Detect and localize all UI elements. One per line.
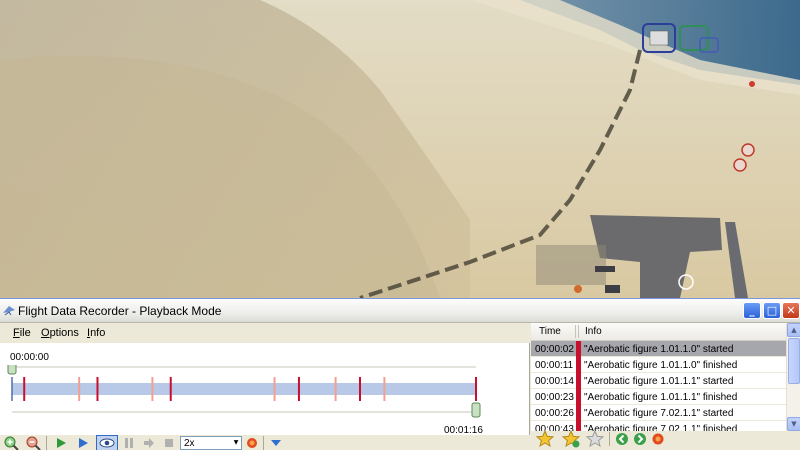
scroll-up-icon[interactable]: ▲	[787, 323, 800, 337]
record-icon[interactable]	[243, 435, 261, 450]
flight-scene-view	[0, 0, 800, 298]
minimize-button[interactable]: _	[743, 302, 761, 319]
end-handle[interactable]	[471, 402, 481, 418]
playback-toolbar: 2x ▼	[0, 435, 530, 450]
event-time: 00:00:23	[535, 392, 574, 403]
menu-info-label: nfo	[90, 327, 106, 339]
menu-file-label: ile	[19, 327, 31, 339]
maximize-button[interactable]: □	[763, 302, 781, 319]
step-forward-icon[interactable]	[140, 435, 158, 450]
timeline-track	[12, 383, 476, 395]
list-item[interactable]: 00:00:14 "Aerobatic figure 1.01.1.1" star…	[531, 373, 786, 389]
event-marker	[576, 357, 581, 373]
timeline-start-time: 00:00:00	[10, 352, 49, 363]
forward-green-icon[interactable]	[631, 431, 649, 447]
event-list[interactable]: 00:00:02 "Aerobatic figure 1.01.1.0" star…	[531, 341, 786, 431]
dropdown-arrow-icon[interactable]	[267, 435, 285, 450]
menu-bar: File Options Info	[0, 323, 530, 343]
menu-options[interactable]: Options	[41, 327, 79, 339]
record-red-icon[interactable]	[649, 431, 667, 447]
event-info: "Aerobatic figure 1.01.1.0" started	[584, 344, 734, 355]
menu-options-label: ptions	[49, 327, 79, 339]
scroll-thumb[interactable]	[788, 338, 800, 384]
list-item[interactable]: 00:00:26 "Aerobatic figure 7.02.1.1" star…	[531, 405, 786, 421]
event-time: 00:00:11	[535, 360, 574, 371]
window-title: Flight Data Recorder - Playback Mode	[18, 304, 222, 318]
scroll-down-icon[interactable]: ▼	[787, 417, 800, 431]
view-eye-icon[interactable]	[96, 435, 118, 450]
close-button[interactable]: ✕	[782, 302, 800, 319]
event-info: "Aerobatic figure 7.02.1.1" finished	[584, 424, 738, 431]
list-item[interactable]: 00:00:02 "Aerobatic figure 1.01.1.0" star…	[531, 341, 786, 357]
event-info: "Aerobatic figure 1.01.1.1" started	[584, 376, 734, 387]
start-handle[interactable]	[7, 365, 17, 375]
menu-file-mnemonic: F	[13, 327, 20, 339]
chevron-down-icon[interactable]: ▼	[231, 437, 241, 449]
event-list-scrollbar[interactable]: ▲ ▼	[786, 323, 800, 431]
playback-panel: File Options Info 00:00:00 00:01:16 2x ▼	[0, 323, 530, 450]
menu-info[interactable]: Info	[87, 327, 105, 339]
toolbar-separator	[609, 432, 610, 446]
event-marker	[576, 389, 581, 405]
event-marker	[576, 341, 581, 357]
speed-select[interactable]: 2x ▼	[180, 436, 242, 450]
star-gold-icon[interactable]	[535, 430, 555, 448]
list-item[interactable]: 00:00:23 "Aerobatic figure 1.01.1.1" fini…	[531, 389, 786, 405]
event-info: "Aerobatic figure 7.02.1.1" started	[584, 408, 734, 419]
event-time: 00:00:26	[535, 408, 574, 419]
event-list-header: Time Info	[531, 323, 786, 341]
toolbar-separator	[46, 436, 47, 450]
star-grey-icon[interactable]	[585, 430, 605, 448]
column-header-info[interactable]: Info	[585, 326, 602, 337]
title-bar[interactable]: Flight Data Recorder - Playback Mode _ □…	[0, 299, 800, 323]
column-separator[interactable]	[578, 325, 579, 338]
stop-icon[interactable]	[160, 435, 178, 450]
pause-icon[interactable]	[120, 435, 138, 450]
event-time: 00:00:14	[535, 376, 574, 387]
event-marker	[576, 373, 581, 389]
play-icon[interactable]	[52, 435, 70, 450]
menu-options-mnemonic: O	[41, 327, 50, 339]
column-separator[interactable]	[575, 325, 576, 338]
speed-value: 2x	[184, 438, 195, 449]
menu-file[interactable]: File	[13, 327, 31, 339]
event-marker	[576, 405, 581, 421]
back-green-icon[interactable]	[613, 431, 631, 447]
flight-data-recorder-window: Flight Data Recorder - Playback Mode _ □…	[0, 298, 800, 450]
event-list-panel: Time Info 00:00:02 "Aerobatic figure 1.01…	[531, 323, 800, 450]
event-info: "Aerobatic figure 1.01.1.1" finished	[584, 392, 738, 403]
event-toolbar	[531, 430, 800, 450]
app-icon	[2, 304, 16, 317]
list-item[interactable]: 00:00:11 "Aerobatic figure 1.01.1.0" fini…	[531, 357, 786, 373]
zoom-out-icon[interactable]	[24, 435, 42, 450]
star-add-icon[interactable]	[561, 430, 581, 448]
zoom-in-icon[interactable]	[2, 435, 20, 450]
play-step-icon[interactable]	[74, 435, 92, 450]
toolbar-separator	[263, 436, 264, 450]
column-header-time[interactable]: Time	[539, 326, 561, 337]
event-info: "Aerobatic figure 1.01.1.0" finished	[584, 360, 738, 371]
event-time: 00:00:02	[535, 344, 574, 355]
